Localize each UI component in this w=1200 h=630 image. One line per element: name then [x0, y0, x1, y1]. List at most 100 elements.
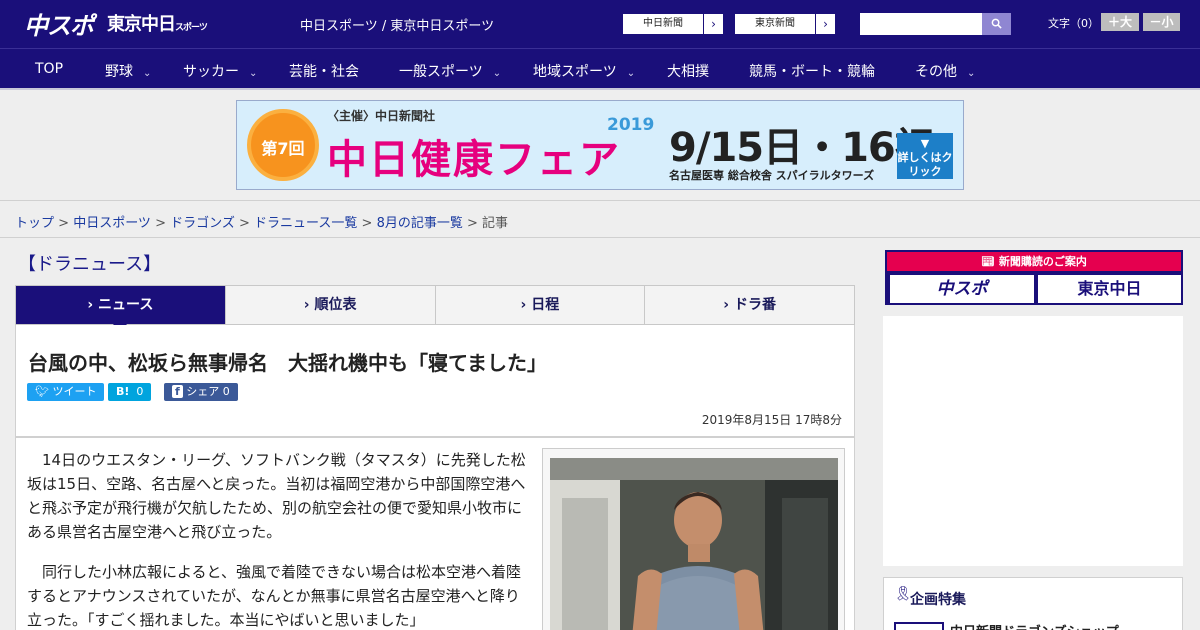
nav-item-baseball[interactable]: 野球 ⌄ — [105, 61, 151, 81]
breadcrumb-link[interactable]: ドラニュース一覧 — [254, 216, 357, 231]
tab-standings[interactable]: › 順位表 — [224, 286, 435, 324]
newspaper-icon: 📰︎ — [981, 255, 996, 268]
font-decrease-button[interactable]: －小 — [1143, 13, 1180, 31]
chevron-down-icon: ⌄ — [626, 68, 636, 79]
paper-link-label: 東京新聞 — [755, 18, 795, 29]
tab-label: 日程 — [531, 297, 560, 313]
nav-label: 大相撲 — [667, 64, 709, 80]
breadcrumb-bar: トップ > 中日スポーツ > ドラゴンズ > ドラニュース一覧 > 8月の記事一… — [0, 200, 1200, 238]
site-logo[interactable]: 中スポ 東京中日スポーツ — [24, 8, 208, 40]
feature-item[interactable]: 中日新聞ドラゴンズショップ — [950, 621, 1119, 630]
subscription-logo-tokyo-chunichi[interactable]: 東京中日 — [1038, 275, 1181, 303]
chevron-down-icon: ⌄ — [143, 68, 152, 79]
banner-event-title: 中日健康フェア — [327, 137, 621, 183]
nav-item-other[interactable]: その他 ⌄ — [915, 61, 975, 81]
site-header: 中スポ 東京中日スポーツ 中日スポーツ / 東京中日スポーツ 中日新聞 › 東京… — [0, 0, 1200, 48]
paper-link-label: 中日新聞 — [643, 18, 683, 29]
chunichi-shimbun-link[interactable]: 中日新聞 › — [622, 13, 724, 35]
hatena-bookmark-button[interactable]: B! 0 — [108, 383, 152, 401]
banner-cta-label: 詳しくはクリック — [897, 151, 953, 178]
tab-label: ドラ番 — [733, 297, 776, 313]
nav-item-sumo[interactable]: 大相撲 — [667, 61, 709, 81]
font-size-label: 文字（0） — [1048, 17, 1099, 30]
breadcrumb-link[interactable]: トップ — [15, 216, 54, 231]
breadcrumb-current: 記事 — [482, 216, 509, 231]
breadcrumb-link[interactable]: 中日スポーツ — [73, 216, 151, 231]
banner-dates: 9/15日・16祝 — [669, 125, 935, 171]
nav-item-racing[interactable]: 競馬・ボート・競輪 — [749, 61, 875, 81]
share-count: 0 — [222, 385, 230, 398]
feature-title: 企画特集 — [910, 592, 966, 608]
article-headline: 台風の中、松坂ら無事帰名 大揺れ機中も「寝てました」 — [28, 351, 547, 375]
banner-year: 2019 — [607, 115, 655, 135]
chevron-down-icon: ⌄ — [492, 68, 502, 79]
facebook-icon: f — [172, 385, 183, 398]
article-photo-frame — [542, 448, 845, 630]
hatena-icon: B! — [116, 385, 130, 398]
tab-label: ニュース — [98, 297, 154, 313]
breadcrumb-link[interactable]: ドラゴンズ — [170, 216, 235, 231]
share-label: ツイート — [52, 385, 97, 398]
chevron-right-icon: › — [723, 297, 730, 313]
logo-chunichi-sports: 中スポ — [24, 11, 94, 40]
player-photo — [550, 458, 838, 630]
chevron-right-icon: › — [303, 297, 310, 313]
nav-label: その他 — [915, 64, 957, 80]
site-title[interactable]: 中日スポーツ / 東京中日スポーツ — [300, 15, 494, 34]
nav-item-entertainment[interactable]: 芸能・社会 — [289, 61, 359, 81]
font-increase-button[interactable]: ＋大 — [1101, 13, 1139, 31]
breadcrumb-separator: > — [150, 216, 171, 231]
subscription-logo-chuspo[interactable]: 中スポ — [890, 275, 1034, 303]
tab-dora-ban[interactable]: › ドラ番 — [644, 286, 854, 324]
banner-sponsor: 〈主催〉中日新聞社 — [327, 109, 436, 123]
nav-label: 地域スポーツ — [533, 64, 617, 80]
article-paragraph: 同行した小林広報によると、強風で着陸できない場合は松本空港へ着陸するとアナウンス… — [27, 563, 521, 629]
chevron-right-icon: › — [815, 14, 835, 34]
share-count: 0 — [136, 385, 144, 398]
main-nav: TOP 野球 ⌄ サッカー ⌄ 芸能・社会 一般スポーツ ⌄ 地域スポーツ ⌄ 大相撲 … — [0, 48, 1200, 90]
twitter-icon: 🐦︎ — [35, 385, 49, 398]
chevron-right-icon: › — [703, 14, 723, 34]
banner-cta: ▼ 詳しくはクリック — [897, 133, 953, 179]
logo-tokyo-chunichi: 東京中日スポーツ — [107, 14, 208, 35]
chevron-down-icon: ⌄ — [967, 68, 976, 79]
breadcrumb: トップ > 中日スポーツ > ドラゴンズ > ドラニュース一覧 > 8月の記事一… — [15, 212, 508, 231]
search-button[interactable] — [982, 13, 1011, 35]
nav-item-regional-sports[interactable]: 地域スポーツ ⌄ — [533, 61, 635, 81]
subscription-box[interactable]: 📰︎ 新聞購読のご案内 中スポ 東京中日 — [885, 250, 1183, 305]
nav-label: 野球 — [105, 64, 133, 80]
feature-thumbnail[interactable] — [894, 622, 944, 630]
nav-label: TOP — [35, 61, 64, 77]
banner-venue: 名古屋医専 総合校舎 スパイラルタワーズ — [669, 169, 875, 182]
search-input[interactable] — [860, 13, 982, 35]
tab-schedule[interactable]: › 日程 — [434, 286, 645, 324]
article-photo[interactable] — [550, 458, 838, 630]
chevron-down-icon: ⌄ — [249, 68, 258, 79]
article-date: 2019年8月15日 17時8分 — [701, 413, 842, 427]
tweet-button[interactable]: 🐦︎ ツイート — [27, 383, 105, 401]
dragons-tabs: › ニュース › 順位表 › 日程 › ドラ番 — [15, 285, 855, 332]
nav-label: 競馬・ボート・競輪 — [749, 64, 875, 80]
health-fair-banner[interactable]: 第7回 〈主催〉中日新聞社 中日健康フェア 2019 9/15日・16祝 名古屋… — [236, 100, 964, 190]
breadcrumb-separator: > — [357, 216, 377, 231]
nav-item-general-sports[interactable]: 一般スポーツ ⌄ — [399, 61, 501, 81]
nav-item-top[interactable]: TOP — [35, 61, 63, 77]
article-body: 14日のウエスタン・リーグ、ソフトバンク戦（タマスタ）に先発した松坂は15日、空… — [15, 437, 855, 630]
nav-label: 一般スポーツ — [399, 64, 483, 80]
chevron-right-icon: › — [520, 297, 527, 313]
feature-box: 🎗︎ 企画特集 中日新聞ドラゴンズショップ — [883, 577, 1183, 630]
subscription-title: 📰︎ 新聞購読のご案内 — [887, 252, 1181, 271]
share-label: シェア — [186, 385, 220, 398]
section-title: 【ドラニュース】 — [18, 254, 162, 275]
search-icon — [991, 18, 1002, 29]
breadcrumb-separator: > — [54, 216, 74, 231]
nav-item-soccer[interactable]: サッカー ⌄ — [183, 61, 257, 81]
breadcrumb-link[interactable]: 8月の記事一覧 — [377, 216, 463, 231]
nav-label: 芸能・社会 — [289, 64, 359, 80]
breadcrumb-separator: > — [462, 216, 483, 231]
tab-news[interactable]: › ニュース — [16, 286, 225, 332]
tokyo-shimbun-link[interactable]: 東京新聞 › — [734, 13, 836, 35]
banner-badge: 第7回 — [247, 109, 319, 181]
facebook-share-button[interactable]: f シェア 0 — [164, 383, 238, 401]
sidebar-ad — [883, 316, 1183, 566]
